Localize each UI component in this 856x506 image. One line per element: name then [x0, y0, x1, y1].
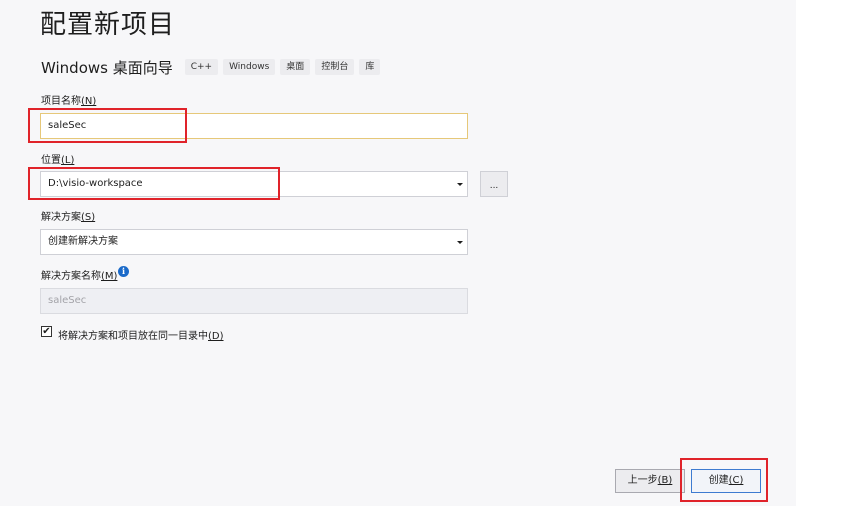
location-accelerator: (L)	[61, 155, 75, 166]
location-value: D:\visio-workspace	[48, 178, 143, 189]
back-button-accelerator: (B)	[657, 475, 673, 486]
solution-name-label: 解决方案名称(M)	[41, 267, 117, 282]
create-button-label: 创建	[708, 475, 729, 486]
solution-name-input: saleSec	[40, 288, 468, 314]
project-name-input[interactable]: saleSec	[40, 113, 468, 139]
project-name-value: saleSec	[48, 120, 87, 131]
same-directory-label-text: 将解决方案和项目放在同一目录中	[58, 331, 208, 342]
tag-console: 控制台	[315, 59, 355, 75]
project-name-label-text: 项目名称	[41, 96, 81, 107]
solution-accelerator: (S)	[81, 212, 96, 223]
template-info: Windows 桌面向导 C++ Windows 桌面 控制台 库	[41, 56, 385, 78]
back-button[interactable]: 上一步(B)	[615, 469, 685, 493]
template-name: Windows 桌面向导	[41, 58, 173, 77]
same-directory-accelerator: (D)	[208, 331, 224, 342]
chevron-down-icon[interactable]	[457, 183, 463, 186]
solution-name-label-text: 解决方案名称	[41, 271, 101, 282]
solution-label-text: 解决方案	[41, 212, 81, 223]
solution-select[interactable]: 创建新解决方案	[40, 229, 468, 255]
chevron-down-icon[interactable]	[457, 241, 463, 244]
tag-desktop: 桌面	[280, 59, 311, 75]
solution-value: 创建新解决方案	[48, 236, 118, 247]
location-label: 位置(L)	[41, 151, 74, 166]
solution-name-placeholder: saleSec	[48, 295, 87, 306]
solution-name-accelerator: (M)	[101, 271, 118, 282]
solution-label: 解决方案(S)	[41, 208, 95, 223]
location-combobox[interactable]: D:\visio-workspace	[40, 171, 468, 197]
tag-library: 库	[359, 59, 381, 75]
location-label-text: 位置	[41, 155, 61, 166]
same-directory-checkbox[interactable]: ✔	[41, 326, 52, 337]
tag-cpp: C++	[184, 59, 219, 75]
create-button[interactable]: 创建(C)	[691, 469, 761, 493]
back-button-label: 上一步	[627, 475, 658, 486]
page-title: 配置新项目	[40, 10, 176, 40]
same-directory-label[interactable]: 将解决方案和项目放在同一目录中(D)	[58, 327, 224, 342]
project-name-accelerator: (N)	[81, 96, 97, 107]
project-name-label: 项目名称(N)	[41, 92, 96, 107]
info-icon[interactable]: i	[118, 266, 129, 277]
create-button-accelerator: (C)	[728, 475, 744, 486]
browse-button[interactable]: ...	[480, 171, 508, 197]
configure-project-dialog: 配置新项目 Windows 桌面向导 C++ Windows 桌面 控制台 库 …	[0, 0, 796, 506]
tag-windows: Windows	[223, 59, 276, 75]
